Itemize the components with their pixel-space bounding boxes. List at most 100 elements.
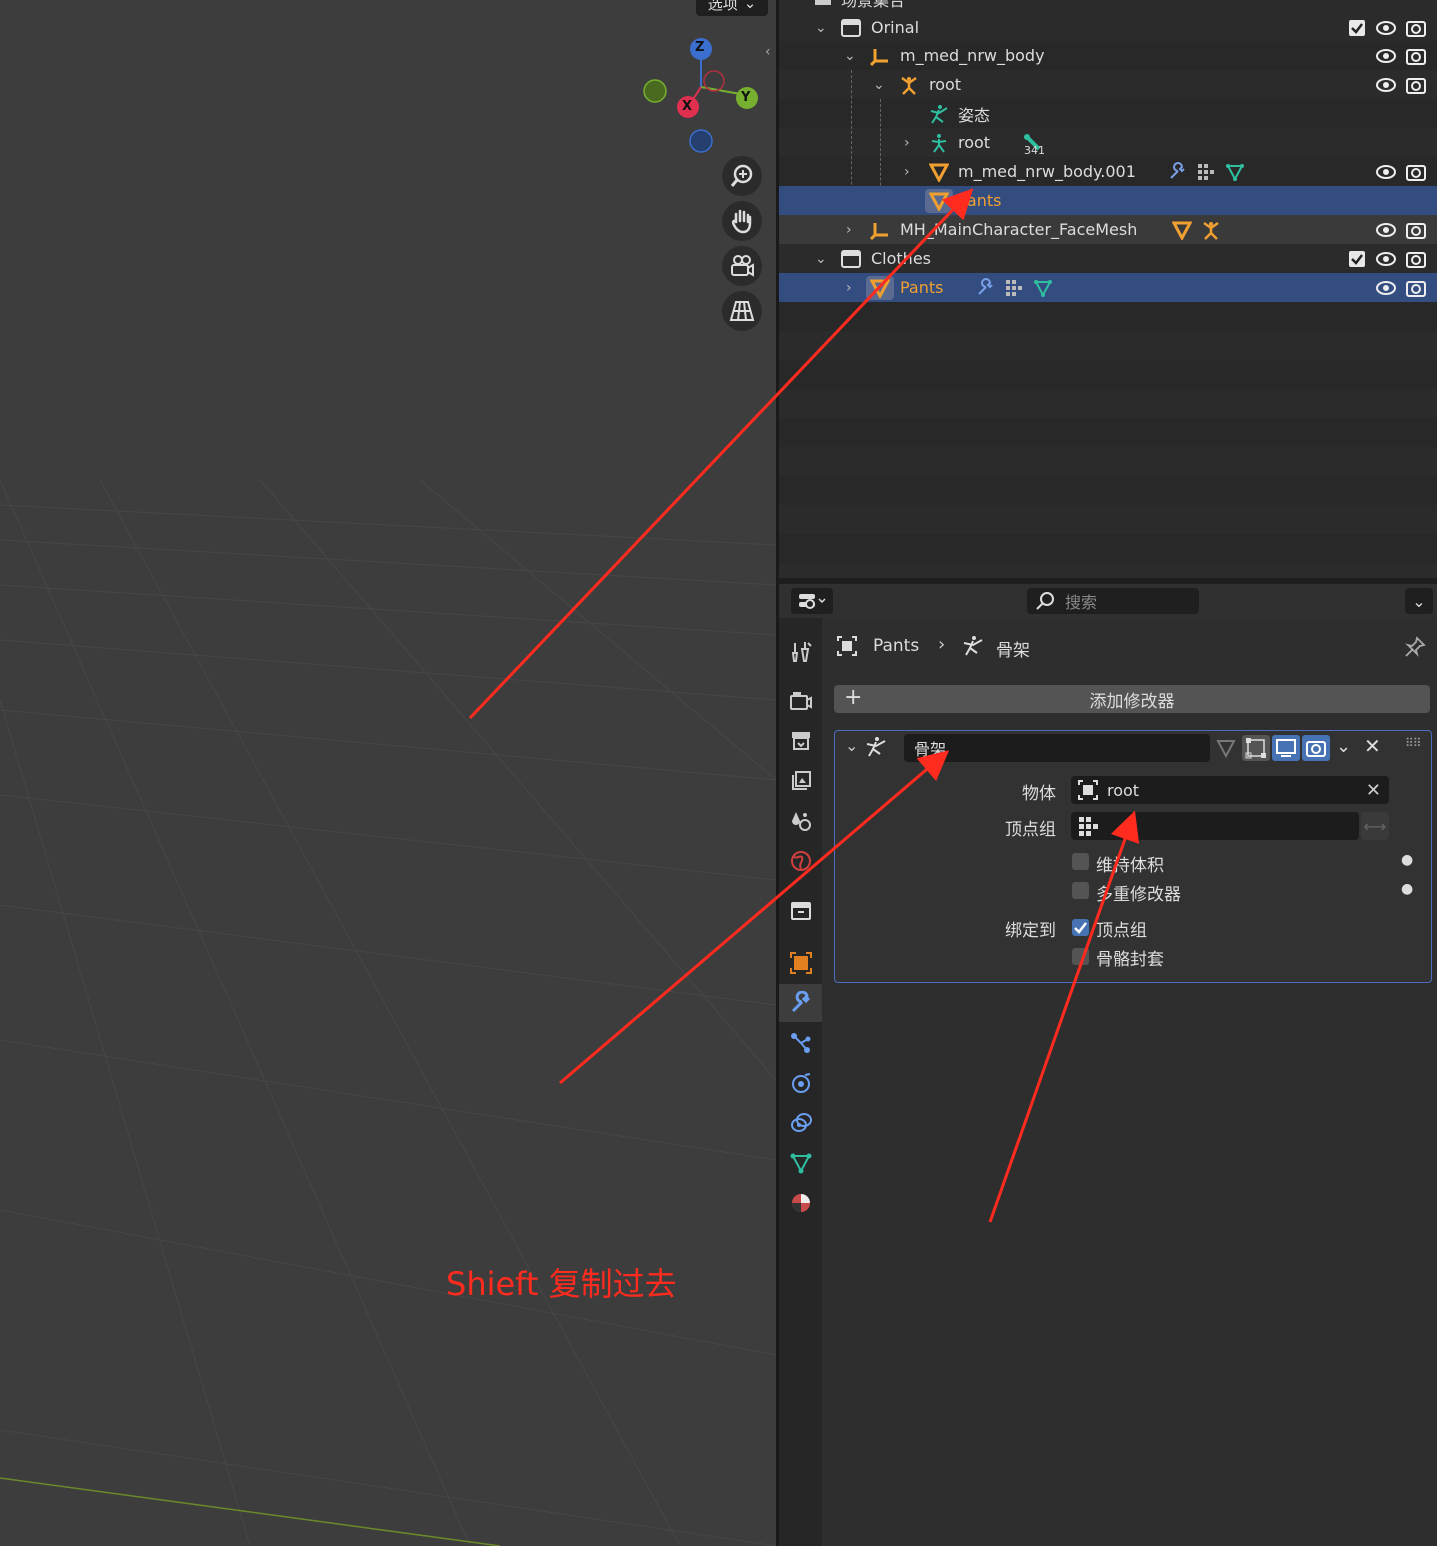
- sidebar-toggle-icon[interactable]: ‹: [765, 44, 771, 60]
- tab-modifiers[interactable]: [779, 984, 822, 1022]
- collection-icon: [841, 18, 861, 38]
- chevron-down-icon[interactable]: ⌄: [1336, 736, 1351, 757]
- preserve-volume-label: 维持体积: [1096, 856, 1164, 876]
- view-layer-icon: [791, 771, 811, 790]
- outliner-row-root-bones[interactable]: › root 341: [779, 128, 1437, 157]
- outliner-row-facemesh[interactable]: › MH_MainCharacter_FaceMesh: [779, 215, 1437, 244]
- vertex-group-icon: [1196, 162, 1216, 182]
- outliner-label: m_med_nrw_body.001: [958, 162, 1136, 181]
- render-icon: [789, 692, 812, 710]
- cage-toggle[interactable]: [1242, 735, 1270, 761]
- eye-icon[interactable]: [1376, 18, 1396, 38]
- options-dropdown[interactable]: 选项 ⌄: [696, 0, 768, 16]
- eye-icon[interactable]: [1376, 278, 1396, 298]
- checkbox-icon[interactable]: [1347, 249, 1367, 269]
- chevron-down-icon[interactable]: ⌄: [844, 48, 856, 64]
- bind-bone-envelopes-checkbox[interactable]: [1072, 948, 1089, 965]
- outliner-row-root-armature[interactable]: ⌄ root: [779, 70, 1437, 99]
- outliner-row-m-med-nrw-body-001[interactable]: › m_med_nrw_body.001: [779, 157, 1437, 186]
- chevron-right-icon[interactable]: ›: [904, 164, 910, 180]
- options-dropdown-button[interactable]: ⌄: [1405, 588, 1433, 614]
- outliner-row-pants-child[interactable]: Pants: [779, 186, 1437, 215]
- collection-icon: [790, 902, 811, 920]
- pin-icon[interactable]: [1404, 636, 1426, 662]
- render-camera-icon[interactable]: [1406, 75, 1426, 95]
- vertex-group-field[interactable]: [1071, 812, 1359, 840]
- hand-pan-icon: [731, 209, 752, 234]
- render-toggle[interactable]: [1302, 735, 1330, 761]
- eye-icon[interactable]: [1376, 249, 1396, 269]
- multi-modifier-checkbox[interactable]: [1072, 882, 1089, 899]
- object-field[interactable]: root ✕: [1071, 776, 1389, 804]
- perspective-toggle-button[interactable]: [722, 291, 762, 331]
- eye-icon[interactable]: [1376, 220, 1396, 240]
- camera-view-button[interactable]: [722, 246, 762, 286]
- render-camera-icon[interactable]: [1406, 278, 1426, 298]
- checkbox-icon[interactable]: [1347, 18, 1367, 38]
- eye-icon[interactable]: [1376, 162, 1396, 182]
- chevron-down-icon[interactable]: ⌄: [815, 20, 827, 36]
- tab-view-layer[interactable]: [779, 762, 822, 800]
- tab-output[interactable]: [779, 722, 822, 760]
- outliner-label: MH_MainCharacter_FaceMesh: [900, 220, 1138, 239]
- editor-type-button[interactable]: [791, 588, 833, 614]
- outliner-row-m-med-nrw-body[interactable]: ⌄ m_med_nrw_body: [779, 41, 1437, 70]
- render-camera-icon: [1306, 741, 1326, 757]
- tab-constraints[interactable]: [779, 1104, 822, 1142]
- clear-icon[interactable]: ✕: [1366, 780, 1381, 801]
- bind-vertex-groups-checkbox[interactable]: [1072, 919, 1089, 936]
- render-camera-icon[interactable]: [1406, 249, 1426, 269]
- chevron-right-icon[interactable]: ›: [846, 222, 852, 238]
- tab-physics[interactable]: [779, 1064, 822, 1102]
- viewport-display-toggle[interactable]: [1272, 735, 1300, 761]
- tool-icon: [791, 642, 812, 662]
- render-camera-icon[interactable]: [1406, 18, 1426, 38]
- modifier-name-field[interactable]: 骨架: [904, 734, 1210, 762]
- tab-render[interactable]: [779, 682, 822, 720]
- pan-button[interactable]: [722, 201, 762, 241]
- tab-world[interactable]: [779, 842, 822, 880]
- chevron-down-icon[interactable]: ⌄: [845, 736, 858, 755]
- invert-vertex-group-button[interactable]: ⟷: [1361, 812, 1389, 840]
- outliner-row-scene-collection[interactable]: 场景集合: [779, 0, 1437, 13]
- preserve-volume-checkbox[interactable]: [1072, 853, 1089, 870]
- close-icon[interactable]: ✕: [1364, 734, 1381, 758]
- eye-icon[interactable]: [1376, 46, 1396, 66]
- armature-modifier-icon: [962, 635, 984, 661]
- gizmo-y-label: Y: [741, 90, 751, 105]
- tab-material[interactable]: [779, 1184, 822, 1222]
- edit-mode-icon: [1216, 740, 1236, 759]
- armature-data-icon: [1201, 220, 1221, 240]
- armature-data-icon: [899, 75, 919, 95]
- breadcrumb: Pants › 骨架: [834, 632, 1426, 662]
- tab-particles[interactable]: [779, 1024, 822, 1062]
- drag-handle-icon[interactable]: ⠿⠿: [1405, 736, 1422, 750]
- outliner-row-clothes[interactable]: ⌄ Clothes: [779, 244, 1437, 273]
- modifier-name: 骨架: [914, 740, 947, 759]
- tab-tool[interactable]: [779, 632, 822, 670]
- render-camera-icon[interactable]: [1406, 162, 1426, 182]
- tab-collection[interactable]: [779, 892, 822, 930]
- chevron-right-icon[interactable]: ›: [846, 280, 852, 296]
- chevron-right-icon[interactable]: ›: [904, 135, 910, 151]
- chevron-down-icon[interactable]: ⌄: [815, 251, 827, 267]
- tab-object[interactable]: [779, 944, 822, 982]
- chevron-down-icon[interactable]: ⌄: [873, 77, 885, 93]
- outliner-row-orinal[interactable]: ⌄ Orinal: [779, 13, 1437, 42]
- render-camera-icon[interactable]: [1406, 220, 1426, 240]
- outliner-row-pose[interactable]: 姿态: [779, 99, 1437, 128]
- outliner-row-pants[interactable]: › Pants: [779, 273, 1437, 302]
- zoom-button[interactable]: [722, 156, 762, 196]
- render-camera-icon[interactable]: [1406, 46, 1426, 66]
- tab-scene[interactable]: [779, 802, 822, 840]
- dot-icon: ●: [1401, 881, 1414, 897]
- chevron-down-icon: ⌄: [743, 0, 757, 12]
- add-modifier-button[interactable]: + 添加修改器: [834, 685, 1430, 713]
- outliner-label: Pants: [958, 191, 1002, 210]
- outliner-panel[interactable]: 场景集合 ⌄ Orinal ⌄ m_med_nrw_body ⌄ root 姿态…: [779, 0, 1437, 578]
- edit-mode-toggle[interactable]: [1214, 735, 1238, 761]
- search-field[interactable]: 搜索: [1027, 588, 1199, 614]
- eye-icon[interactable]: [1376, 75, 1396, 95]
- 3d-viewport[interactable]: 选项 ⌄ Z Y X ‹ Shieft 复制过去: [0, 0, 776, 1546]
- tab-data[interactable]: [779, 1144, 822, 1182]
